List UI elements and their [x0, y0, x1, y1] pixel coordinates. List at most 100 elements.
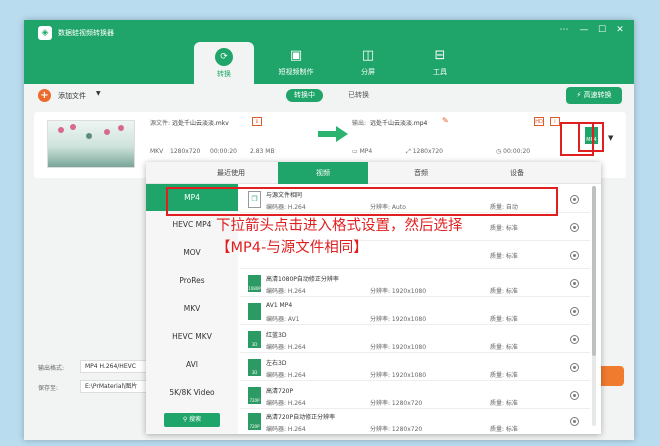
format-quality: 质量: 标准	[490, 225, 518, 232]
minimize-icon[interactable]: —	[578, 25, 590, 35]
output-duration: ◷ 00:00:20	[496, 148, 531, 155]
hd-720p-icon: 720P	[248, 387, 261, 404]
format-quality: 质量: 标准	[490, 316, 518, 323]
info-icon[interactable]: i	[550, 117, 560, 126]
chevron-down-icon[interactable]: ▼	[96, 90, 101, 97]
format-quality: 质量: 标准	[490, 253, 518, 260]
search-button[interactable]: ⚲ 搜索	[164, 413, 220, 427]
format-name: AV1 MP4	[266, 302, 293, 309]
gear-icon[interactable]	[570, 279, 579, 288]
output-duration-text: 00:00:20	[503, 148, 531, 155]
toolbox-icon: ⊟	[434, 48, 446, 63]
format-name: 高清720P自动修正分辨率	[266, 414, 336, 421]
output-format-label: 输出格式:	[38, 365, 65, 372]
edit-icon[interactable]: ℹ	[252, 117, 262, 126]
add-file-icon[interactable]: +	[38, 89, 51, 102]
source-resolution: 1280x720	[170, 148, 201, 155]
gear-icon[interactable]	[570, 391, 579, 400]
format-row[interactable]: 720P 高清720P自动修正分辨率 编码器: H.264 分辨率: 1280x…	[240, 408, 590, 434]
format-quality: 质量: 标准	[490, 372, 518, 379]
sidebar-item-prores[interactable]: ProRes	[146, 267, 238, 294]
tab-label: 分屏	[361, 68, 375, 76]
converting-tab[interactable]: 转换中	[286, 89, 323, 102]
convert-icon: ⟳	[215, 48, 233, 66]
format-row[interactable]: 1080P 高清1080P自动修正分辨率 编码器: H.264 分辨率: 192…	[240, 270, 590, 297]
sidebar-item-5k8k[interactable]: 5K/8K Video	[146, 379, 238, 406]
format-quality: 质量: 标准	[490, 344, 518, 351]
format-category-tabs: 最近使用 视频 音频 设备	[146, 162, 601, 184]
output-format: ▭ MP4	[352, 148, 373, 155]
format-quality: 质量: 标准	[490, 288, 518, 295]
format-row[interactable]: AV1 MP4 编码器: AV1 分辨率: 1920x1080 质量: 标准	[240, 298, 590, 325]
gear-icon[interactable]	[570, 251, 579, 260]
format-name: 红蓝3D	[266, 332, 287, 339]
format-resolution: 分辨率: 1920x1080	[370, 316, 427, 323]
scrollbar-thumb[interactable]	[592, 186, 596, 356]
sidebar-item-avi[interactable]: AVI	[146, 351, 238, 378]
format-row[interactable]: 3D 左右3D 编码器: H.264 分辨率: 1920x1080 质量: 标准	[240, 354, 590, 381]
search-label: 搜索	[189, 416, 202, 423]
format-resolution: 分辨率: 1280x720	[370, 400, 423, 407]
format-resolution: 分辨率: 1920x1080	[370, 288, 427, 295]
tab-audio[interactable]: 音频	[376, 162, 466, 184]
gear-icon[interactable]	[570, 363, 579, 372]
tab-label: 短视频制作	[278, 68, 314, 76]
tab-tools[interactable]: ⊟ 工具	[410, 42, 470, 84]
gear-icon[interactable]	[570, 335, 579, 344]
arrow-right-icon	[318, 126, 348, 142]
sidebar-item-mkv[interactable]: MKV	[146, 295, 238, 322]
sidebar-item-hevc-mkv[interactable]: HEVC MKV	[146, 323, 238, 350]
format-row[interactable]: 720P 高清720P 编码器: H.264 分辨率: 1280x720 质量:…	[240, 382, 590, 409]
pencil-icon[interactable]: ✎	[442, 116, 449, 125]
high-speed-button[interactable]: ⚡ 高速转换	[566, 87, 622, 104]
format-row[interactable]: 3D 红蓝3D 编码器: H.264 分辨率: 1920x1080 质量: 标准	[240, 326, 590, 353]
format-resolution: 分辨率: 1920x1080	[370, 344, 427, 351]
av1-icon	[248, 303, 261, 320]
output-label: 输出:	[352, 120, 367, 127]
gear-icon[interactable]	[570, 417, 579, 426]
format-name: 高清720P	[266, 388, 294, 395]
format-name: 高清1080P自动修正分辨率	[266, 276, 339, 283]
highlight-dropdown	[560, 122, 594, 156]
format-encoder: 编码器: H.264	[266, 426, 306, 433]
maximize-icon[interactable]: ☐	[596, 25, 608, 35]
output-filename: 远处千山云淡淡.mp4	[370, 120, 428, 127]
close-icon[interactable]: ✕	[614, 25, 626, 35]
format-resolution: 分辨率: 1280x720	[370, 426, 423, 433]
tab-label: 转换	[217, 70, 231, 78]
tab-device[interactable]: 设备	[472, 162, 562, 184]
format-resolution: 分辨率: 1920x1080	[370, 372, 427, 379]
output-format-select[interactable]: MP4 H.264/HEVC	[80, 360, 150, 373]
3d-icon: 3D	[248, 359, 261, 376]
gear-icon[interactable]	[570, 195, 579, 204]
split-screen-icon: ◫	[361, 48, 375, 63]
format-name: 左右3D	[266, 360, 287, 367]
image-icon: ▣	[289, 48, 303, 63]
dropdown-arrow-icon[interactable]: ▼	[608, 134, 613, 142]
add-file-button[interactable]: 添加文件	[58, 91, 86, 101]
highlight-format-row	[166, 187, 558, 216]
save-path-field[interactable]: E:\PrMaterial\图片	[80, 380, 150, 393]
more-icon[interactable]: ⋯	[558, 25, 570, 35]
video-thumbnail[interactable]	[47, 120, 135, 168]
app-title: 数据蛙视频转换器	[58, 29, 114, 37]
tab-split-screen[interactable]: ◫ 分屏	[338, 42, 398, 84]
toolbar: + 添加文件 ▼ 转换中 已转换 ⚡ 高速转换	[24, 84, 634, 108]
tab-video[interactable]: 视频	[278, 162, 368, 184]
hd-720p-icon: 720P	[248, 413, 261, 430]
instruction-annotation: 下拉箭头点击进入格式设置，然后选择【MP4-与源文件相同】	[216, 218, 463, 256]
gear-icon[interactable]	[570, 223, 579, 232]
tab-short-video[interactable]: ▣ 短视频制作	[266, 42, 326, 84]
converted-tab[interactable]: 已转换	[340, 89, 377, 102]
app-logo-icon: ◈	[38, 26, 52, 40]
tab-recent[interactable]: 最近使用	[186, 162, 276, 184]
tab-convert[interactable]: ⟳ 转换	[194, 42, 254, 90]
hd-icon[interactable]: HD	[534, 117, 544, 126]
gear-icon[interactable]	[570, 307, 579, 316]
output-format-text: MP4	[359, 148, 373, 155]
format-encoder: 编码器: H.264	[266, 344, 306, 351]
hd-1080p-icon: 1080P	[248, 275, 261, 292]
source-format: MKV	[150, 148, 164, 155]
format-quality: 质量: 标准	[490, 426, 518, 433]
format-encoder: 编码器: H.264	[266, 372, 306, 379]
